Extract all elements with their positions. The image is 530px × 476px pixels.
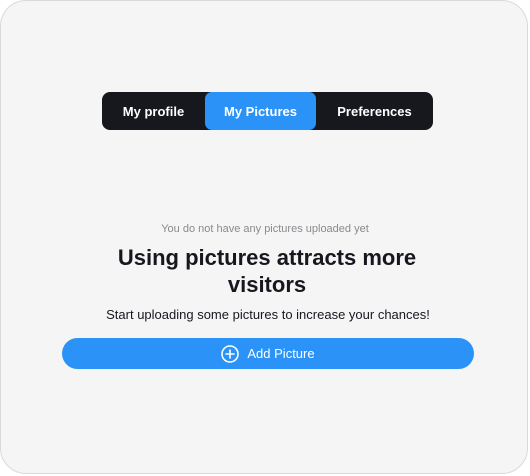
tab-my-profile[interactable]: My profile — [102, 92, 205, 130]
tab-bar: My profile My Pictures Preferences — [102, 92, 433, 130]
add-picture-button[interactable]: Add Picture — [62, 338, 474, 369]
tab-preferences[interactable]: Preferences — [316, 92, 433, 130]
add-picture-label: Add Picture — [247, 346, 315, 361]
empty-state-headline: Using pictures attracts more visitors — [117, 245, 417, 297]
pictures-card: My profile My Pictures Preferences You d… — [0, 0, 528, 474]
tab-my-pictures[interactable]: My Pictures — [205, 92, 316, 130]
empty-state-subtext: Start uploading some pictures to increas… — [106, 307, 430, 322]
plus-circle-icon — [221, 344, 240, 363]
empty-state-note: You do not have any pictures uploaded ye… — [161, 223, 369, 235]
